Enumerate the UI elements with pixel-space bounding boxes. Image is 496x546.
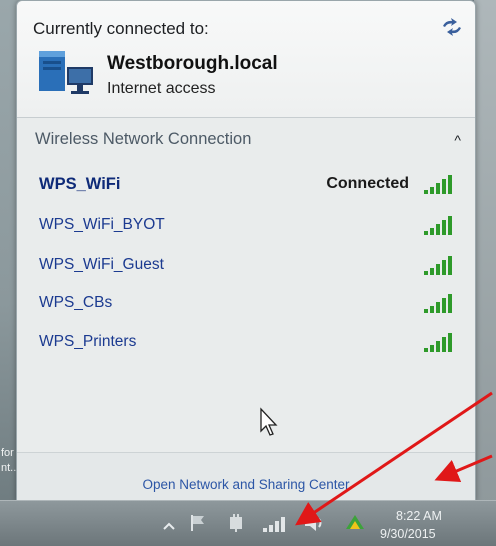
network-item-wps-printers[interactable]: WPS_Printers [23, 327, 469, 359]
signal-strength-icon [424, 256, 452, 275]
network-item-label: WPS_Printers [39, 333, 137, 350]
taskbar: 8:22 AM 9/30/2015 [0, 500, 496, 546]
network-item-wps-wifi[interactable]: WPS_WiFi Connected [23, 169, 469, 201]
signal-strength-icon [424, 294, 452, 313]
network-connected-status: Connected [326, 175, 409, 192]
current-connection-section: Currently connected to: Westborough.loca… [17, 1, 475, 118]
clock-date[interactable]: 9/30/2015 [380, 527, 436, 541]
network-item-wps-wifi-byot[interactable]: WPS_WiFi_BYOT [23, 210, 469, 242]
desktop-item-label: for [1, 447, 14, 459]
signal-strength-icon [424, 333, 452, 352]
domain-network-icon [37, 49, 99, 99]
network-signal-icon[interactable] [262, 513, 290, 533]
refresh-icon[interactable] [439, 17, 465, 39]
current-network-status: Internet access [107, 80, 216, 97]
flyout-footer: Open Network and Sharing Center [17, 452, 475, 501]
network-item-wps-wifi-guest[interactable]: WPS_WiFi_Guest [23, 250, 469, 282]
current-connection-title: Currently connected to: [33, 19, 209, 38]
network-item-label: WPS_WiFi [39, 175, 121, 193]
network-flyout: Currently connected to: Westborough.loca… [16, 0, 476, 502]
mouse-cursor-icon [260, 407, 278, 436]
network-item-wps-cbs[interactable]: WPS_CBs [23, 288, 469, 320]
wireless-group-title: Wireless Network Connection [35, 130, 252, 148]
sync-icon[interactable] [344, 513, 366, 533]
open-network-sharing-center-link[interactable]: Open Network and Sharing Center [17, 477, 475, 492]
network-item-label: WPS_CBs [39, 294, 113, 311]
volume-icon[interactable] [302, 513, 328, 533]
power-plug-icon[interactable] [226, 513, 246, 533]
collapse-chevron-icon[interactable]: ^ [454, 132, 461, 148]
wireless-network-list: Wireless Network Connection ^ WPS_WiFi C… [17, 118, 475, 452]
network-item-label: WPS_WiFi_Guest [39, 256, 164, 273]
show-hidden-icons-arrow[interactable] [163, 519, 175, 539]
clock-time[interactable]: 8:22 AM [396, 509, 442, 523]
desktop-background-right [474, 0, 496, 505]
action-center-flag-icon[interactable] [188, 513, 208, 533]
signal-strength-icon [424, 216, 452, 235]
signal-strength-icon [424, 175, 452, 194]
network-item-label: WPS_WiFi_BYOT [39, 216, 165, 233]
current-network-name: Westborough.local [107, 53, 278, 74]
